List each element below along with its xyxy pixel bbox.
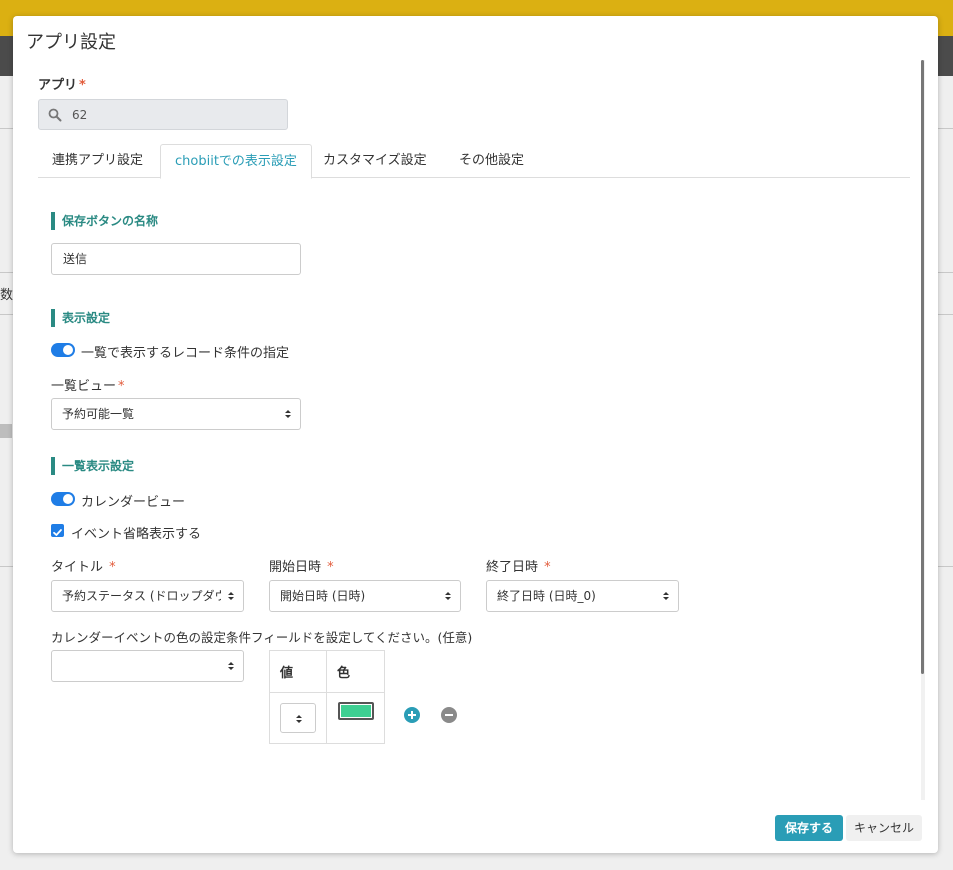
start-datetime-select[interactable]: 開始日時 (日時) xyxy=(269,580,461,612)
list-view-label: 一覧ビュー * xyxy=(51,375,125,394)
tab-customize-settings[interactable]: カスタマイズ設定 xyxy=(309,144,441,178)
title-field-select[interactable]: 予約ステータス (ドロップダウン) xyxy=(51,580,244,612)
title-field-label: タイトル * xyxy=(51,556,116,575)
start-datetime-label-text: 開始日時 xyxy=(269,560,322,575)
section-title-list-display-settings: 一覧表示設定 xyxy=(51,457,134,475)
app-settings-dialog: アプリ設定 アプリ * 62 連携アプリ設定 chobiitでの表示設定 カスタマ… xyxy=(13,16,938,853)
color-mapping-table: 値 色 xyxy=(269,650,385,744)
list-view-select[interactable]: 予約可能一覧 xyxy=(51,398,301,430)
tab-linked-app-settings[interactable]: 連携アプリ設定 xyxy=(38,144,157,178)
column-header-value: 値 xyxy=(269,650,327,693)
dialog-title: アプリ設定 xyxy=(26,32,116,53)
add-row-button[interactable] xyxy=(404,707,420,723)
select-caret-icon xyxy=(296,715,302,723)
record-condition-toggle-label: 一覧で表示するレコード条件の指定 xyxy=(81,346,290,361)
select-caret-icon xyxy=(228,592,234,600)
value-cell xyxy=(269,692,327,744)
title-field-select-value: 予約ステータス (ドロップダウン) xyxy=(62,589,221,603)
save-button[interactable]: 保存する xyxy=(775,815,843,841)
bg-block xyxy=(0,424,12,438)
table-row xyxy=(269,692,385,744)
color-cell xyxy=(326,692,385,744)
section-title-display-settings: 表示設定 xyxy=(51,309,110,327)
end-datetime-label-text: 終了日時 xyxy=(486,560,539,575)
cancel-button[interactable]: キャンセル xyxy=(846,815,922,841)
save-button-name-input[interactable]: 送信 xyxy=(51,243,301,275)
list-view-label-text: 一覧ビュー xyxy=(51,379,117,394)
list-view-select-value: 予約可能一覧 xyxy=(62,407,135,421)
search-icon xyxy=(48,108,62,122)
calendar-view-toggle-label: カレンダービュー xyxy=(81,495,186,510)
plus-circle-icon xyxy=(404,707,420,723)
value-select[interactable] xyxy=(280,703,316,733)
app-search-input[interactable]: 62 xyxy=(38,99,288,130)
tab-chobiit-display-settings[interactable]: chobiitでの表示設定 xyxy=(160,144,312,179)
required-mark: * xyxy=(109,560,116,575)
required-mark: * xyxy=(118,379,125,394)
color-picker-swatch[interactable] xyxy=(337,702,374,720)
start-datetime-label: 開始日時 * xyxy=(269,556,334,575)
check-icon xyxy=(53,529,62,536)
end-datetime-label: 終了日時 * xyxy=(486,556,551,575)
bg-column-header: 数 xyxy=(0,288,14,303)
settings-tabs: 連携アプリ設定 chobiitでの表示設定 カスタマイズ設定 その他設定 xyxy=(38,144,910,179)
select-caret-icon xyxy=(228,662,234,670)
select-caret-icon xyxy=(285,410,291,418)
event-abbrev-label: イベント省略表示する xyxy=(71,527,202,542)
app-search-value: 62 xyxy=(72,108,88,122)
minus-circle-icon xyxy=(441,707,457,723)
app-field-label: アプリ * xyxy=(38,74,86,93)
end-datetime-select[interactable]: 終了日時 (日時_0) xyxy=(486,580,679,612)
required-mark: * xyxy=(79,78,86,93)
calendar-view-toggle[interactable] xyxy=(51,492,75,506)
color-condition-label: カレンダーイベントの色の設定条件フィールドを設定してください。(任意) xyxy=(51,630,473,645)
select-caret-icon xyxy=(663,592,669,600)
remove-row-button[interactable] xyxy=(441,707,457,723)
required-mark: * xyxy=(327,560,334,575)
end-datetime-select-value: 終了日時 (日時_0) xyxy=(497,589,596,603)
select-caret-icon xyxy=(445,592,451,600)
event-abbrev-checkbox[interactable] xyxy=(51,524,64,537)
title-field-label-text: タイトル xyxy=(51,560,104,575)
required-mark: * xyxy=(544,560,551,575)
record-condition-toggle[interactable] xyxy=(51,343,75,357)
app-label-text: アプリ xyxy=(38,78,78,93)
tab-other-settings[interactable]: その他設定 xyxy=(445,144,538,178)
column-header-color: 色 xyxy=(326,650,385,693)
scrollbar-thumb[interactable] xyxy=(921,60,924,674)
section-title-save-button-name: 保存ボタンの名称 xyxy=(51,212,158,230)
table-header-row: 値 色 xyxy=(269,650,385,693)
start-datetime-select-value: 開始日時 (日時) xyxy=(280,589,366,603)
color-condition-field-select[interactable] xyxy=(51,650,244,682)
